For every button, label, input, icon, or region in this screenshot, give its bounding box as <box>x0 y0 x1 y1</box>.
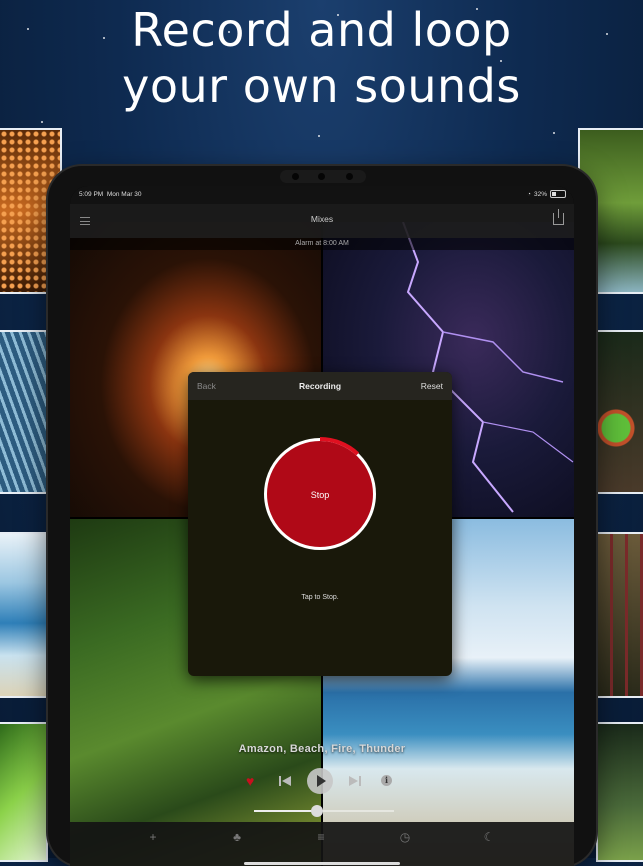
star <box>41 121 43 123</box>
star <box>553 132 555 134</box>
share-icon[interactable] <box>553 209 564 225</box>
battery-icon <box>550 190 566 198</box>
volume-knob[interactable] <box>311 805 323 817</box>
headline: Record and loop your own sounds <box>0 2 643 114</box>
side-tile-rain <box>0 330 48 494</box>
status-right: ◔ 32% <box>527 190 566 198</box>
volume-slider[interactable] <box>254 805 394 817</box>
tap-to-stop-hint: Tap to Stop. <box>301 594 339 601</box>
tab-list-icon[interactable]: ≡ <box>314 830 328 844</box>
tab-moon-icon[interactable]: ☾ <box>482 830 496 844</box>
play-button[interactable] <box>307 768 333 794</box>
camera-bump <box>280 170 366 183</box>
modal-header: Back Recording Reset <box>188 372 452 400</box>
recording-modal: Back Recording Reset Stop Tap to Stop. <box>188 372 452 676</box>
status-bar: 5:09 PM Mon Mar 30 ◔ 32% <box>70 186 574 204</box>
app-screen: 5:09 PM Mon Mar 30 ◔ 32% Mixes Alarm at … <box>70 186 574 866</box>
tab-shopping-icon[interactable]: ♣ <box>230 830 244 844</box>
camera-lens <box>346 173 353 180</box>
side-tile-leaf <box>0 722 48 862</box>
nav-title: Mixes <box>310 214 334 224</box>
player-controls: ♥ i <box>70 768 574 794</box>
nav-bar: Mixes <box>70 204 574 238</box>
modal-title: Recording <box>298 381 342 391</box>
home-indicator <box>244 862 400 865</box>
tab-bar: + ♣ ≡ ◷ ☾ <box>70 822 574 866</box>
stop-button[interactable]: Stop <box>264 438 376 550</box>
side-tile-frog <box>596 330 643 494</box>
status-time-text: 5:09 PM <box>79 191 104 198</box>
tab-clock-icon[interactable]: ◷ <box>398 830 412 844</box>
ipad-frame: 5:09 PM Mon Mar 30 ◔ 32% Mixes Alarm at … <box>48 166 596 866</box>
star <box>318 135 320 137</box>
headline-line-2: your own sounds <box>122 59 521 113</box>
headline-line-1: Record and loop <box>131 3 512 57</box>
alarm-label[interactable]: Alarm at 8:00 AM <box>70 238 574 250</box>
stop-label: Stop <box>310 490 330 500</box>
favorite-heart-icon[interactable]: ♥ <box>246 774 254 788</box>
info-icon[interactable]: i <box>381 775 392 786</box>
mix-title: Amazon, Beach, Fire, Thunder <box>238 743 406 755</box>
camera-lens <box>318 173 325 180</box>
status-time: 5:09 PM Mon Mar 30 <box>79 191 142 198</box>
battery-percent: 32% <box>533 190 547 198</box>
camera-lens <box>292 173 299 180</box>
reset-button[interactable]: Reset <box>421 381 443 391</box>
wifi-icon: ◔ <box>527 190 531 198</box>
next-icon[interactable] <box>348 774 362 788</box>
side-tile-forest <box>596 722 643 862</box>
side-tile-wave <box>0 532 48 698</box>
side-tile-chimes <box>596 532 643 698</box>
previous-icon[interactable] <box>278 774 292 788</box>
status-date: Mon Mar 30 <box>106 191 142 198</box>
tab-plus-icon[interactable]: + <box>146 830 160 844</box>
volume-fill <box>254 810 317 812</box>
